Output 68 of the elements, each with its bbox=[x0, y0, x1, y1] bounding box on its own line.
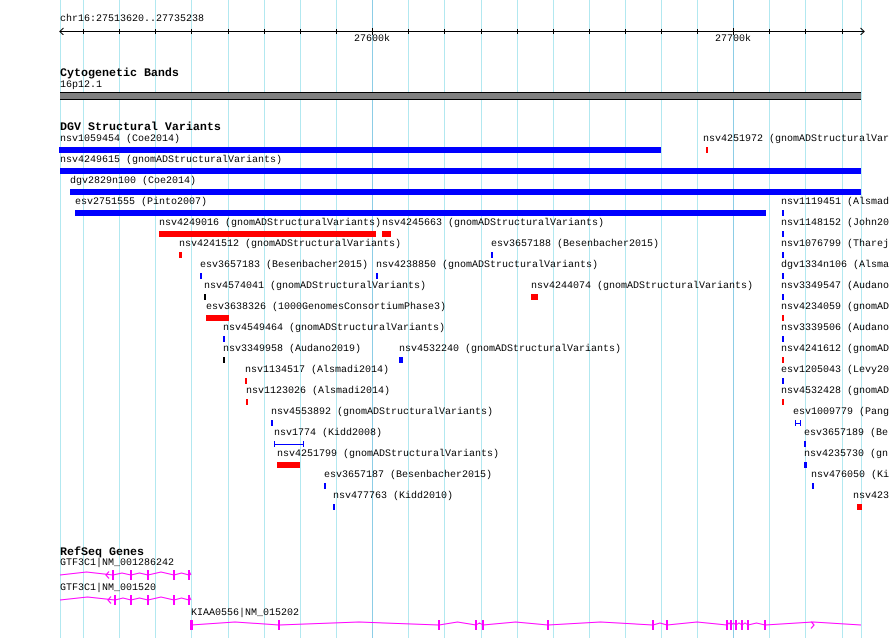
variant-label: nsv1119451 (Alsmad bbox=[781, 197, 890, 209]
variant-range[interactable] bbox=[274, 441, 304, 447]
variant-label: nsv4249016 (gnomADStructuralVariants) bbox=[159, 218, 382, 230]
variant-label: nsv1059454 (Coe2014) bbox=[60, 134, 180, 146]
variant-label: nsv4241612 (gnomAD bbox=[781, 344, 890, 356]
variant-range[interactable] bbox=[795, 420, 801, 426]
variant-label: nsv3349547 (Audano bbox=[781, 281, 890, 293]
variant-label: nsv1076799 (Tharej bbox=[781, 239, 890, 251]
variant-label: esv3638326 (1000GenomesConsortiumPhase3) bbox=[206, 302, 446, 314]
variant-label: nsv4553892 (gnomADStructuralVariants) bbox=[271, 407, 494, 419]
gene-label: KIAA0556|NM_015202 bbox=[191, 609, 300, 619]
variant-label: nsv1774 (Kidd2008) bbox=[274, 428, 382, 440]
variant-label: dgv2829n100 (Coe2014) bbox=[70, 176, 196, 188]
variant-bar[interactable] bbox=[804, 462, 807, 468]
variant-bar[interactable] bbox=[277, 462, 300, 468]
track-title: RefSeq Genes bbox=[60, 546, 144, 559]
variant-label: nsv476050 (Ki bbox=[811, 470, 890, 482]
ruler-tick-label: 27700k bbox=[715, 34, 752, 46]
variant-label: nsv3349958 (Audano2019) bbox=[223, 344, 362, 356]
variant-label: nsv4251972 (gnomADStructuralVar bbox=[703, 134, 890, 146]
variant-bar[interactable] bbox=[206, 315, 229, 321]
variant-bar[interactable] bbox=[857, 504, 862, 510]
gene-model-drawing[interactable] bbox=[59, 594, 193, 606]
variant-label: esv3657187 (Besenbacher2015) bbox=[324, 470, 492, 482]
variant-label: esv3657183 (Besenbacher2015) bbox=[200, 260, 368, 272]
gene-model-drawing[interactable] bbox=[190, 619, 863, 631]
variant-label: nsv423 bbox=[853, 491, 890, 503]
variant-label: nsv4574041 (gnomADStructuralVariants) bbox=[204, 281, 426, 293]
gene-label: GTF3C1|NM_001286242 bbox=[60, 559, 174, 569]
variant-label: nsv4234059 (gnomAD bbox=[781, 302, 890, 314]
variant-label: esv3657188 (Besenbacher2015) bbox=[491, 239, 660, 251]
variant-label: nsv477763 (Kidd2010) bbox=[333, 491, 454, 503]
gene-model-drawing[interactable] bbox=[59, 569, 193, 581]
variant-label: nsv1148152 (John20 bbox=[781, 218, 890, 230]
cytoband-bar[interactable] bbox=[60, 92, 861, 100]
variant-bar[interactable] bbox=[382, 231, 391, 237]
location-label: chr16:27513620..27735238 bbox=[60, 14, 204, 26]
variant-label: nsv4245663 (gnomADStructuralVariants) bbox=[382, 218, 604, 230]
variant-label: dgv1334n106 (Alsma bbox=[781, 260, 890, 272]
variant-label: nsv1134517 (Alsmadi2014) bbox=[245, 365, 390, 377]
ruler-tick-label: 27600k bbox=[354, 34, 390, 46]
variant-label: esv3657189 (Be bbox=[804, 428, 888, 440]
variant-bar[interactable] bbox=[60, 168, 861, 174]
variant-label: nsv4251799 (gnomADStructuralVariants) bbox=[277, 449, 500, 461]
variant-label: nsv4249615 (gnomADStructuralVariants) bbox=[60, 155, 282, 167]
variant-label: nsv4532428 (gnomAD bbox=[781, 386, 890, 398]
variant-label: esv1009779 (Pang bbox=[793, 407, 890, 419]
variant-bar[interactable] bbox=[59, 147, 661, 153]
variant-bar[interactable] bbox=[159, 231, 376, 237]
variant-bar[interactable] bbox=[531, 294, 538, 300]
variant-label: nsv4532240 (gnomADStructuralVariants) bbox=[399, 344, 622, 356]
variant-bar[interactable] bbox=[75, 210, 766, 216]
track-title: DGV Structural Variants bbox=[60, 121, 221, 134]
variant-label: nsv4241512 (gnomADStructuralVariants) bbox=[179, 239, 402, 251]
variant-label: esv2751555 (Pinto2007) bbox=[75, 197, 208, 209]
track-title: Cytogenetic Bands bbox=[60, 66, 179, 80]
gene-label: GTF3C1|NM_001520 bbox=[60, 584, 156, 594]
variant-label: esv1205043 (Levy20 bbox=[781, 365, 890, 377]
variant-label: nsv4244074 (gnomADStructuralVariants) bbox=[531, 281, 754, 293]
variant-label: nsv4549464 (gnomADStructuralVariants) bbox=[223, 323, 446, 335]
variant-bar[interactable] bbox=[70, 189, 861, 195]
band-label: 16p12.1 bbox=[60, 80, 102, 92]
variant-label: nsv4235730 (gn bbox=[804, 449, 888, 461]
variant-label: nsv4238850 (gnomADStructuralVariants) bbox=[376, 260, 598, 272]
variant-bar[interactable] bbox=[179, 252, 182, 258]
variant-bar[interactable] bbox=[399, 357, 403, 363]
variant-label: nsv1123026 (Alsmadi2014) bbox=[246, 386, 390, 398]
variant-label: nsv3339506 (Audano bbox=[781, 323, 890, 335]
